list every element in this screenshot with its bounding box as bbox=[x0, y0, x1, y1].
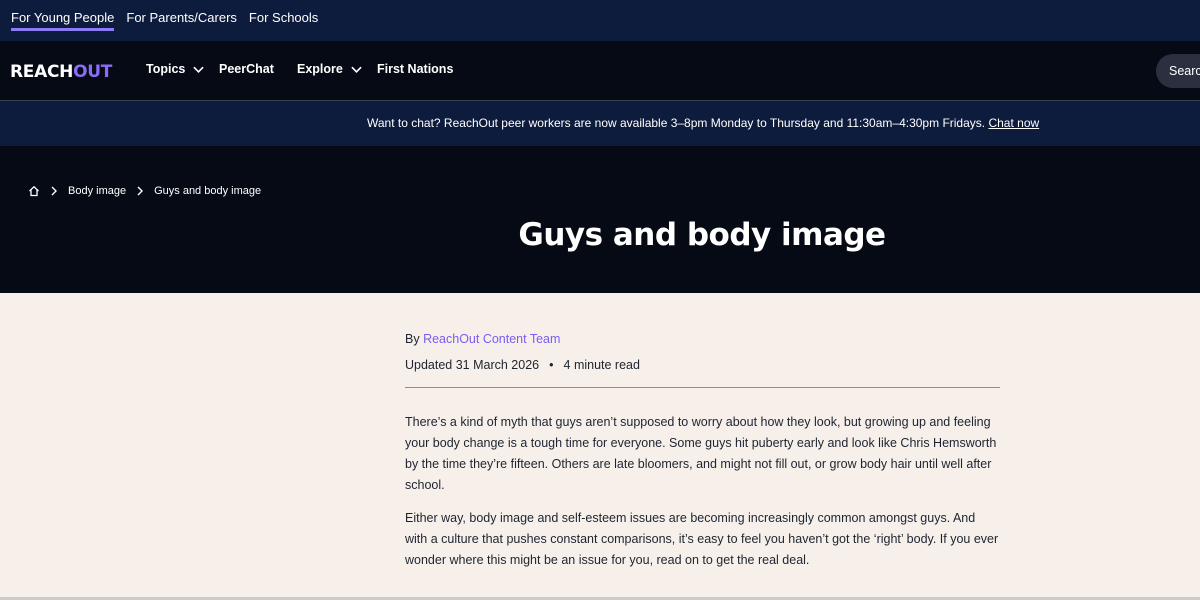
nav-topics[interactable]: Topics bbox=[146, 62, 205, 76]
nav-first-nations-label: First Nations bbox=[377, 62, 454, 76]
nav-first-nations[interactable]: First Nations bbox=[377, 62, 453, 76]
divider bbox=[405, 387, 1000, 388]
chat-now-link[interactable]: Chat now bbox=[988, 116, 1039, 130]
search-button[interactable]: Search bbox=[1156, 54, 1200, 88]
article-meta: Updated 31 March 2026 • 4 minute read bbox=[405, 358, 1000, 372]
nav-peerchat-label: PeerChat bbox=[219, 62, 274, 76]
tab-for-young-people[interactable]: For Young People bbox=[11, 0, 115, 31]
article-paragraph: Either way, body image and self-esteem i… bbox=[405, 511, 999, 567]
byline-prefix: By bbox=[405, 332, 420, 346]
hero: Body image Guys and body image Guys and … bbox=[0, 146, 1200, 293]
main-nav: REACHOUT Topics PeerChat Explore First N… bbox=[0, 41, 1200, 101]
chevron-right-icon bbox=[51, 186, 57, 196]
byline: By ReachOut Content Team bbox=[405, 332, 1000, 346]
nav-peerchat[interactable]: PeerChat bbox=[219, 62, 274, 76]
logo-text-accent: OUT bbox=[73, 62, 113, 82]
audience-bar: For Young People For Parents/Carers For … bbox=[0, 0, 1200, 41]
chat-banner: Want to chat? ReachOut peer workers are … bbox=[0, 101, 1200, 146]
chevron-down-icon bbox=[351, 66, 362, 73]
nav-explore[interactable]: Explore bbox=[297, 62, 362, 76]
updated-date: Updated 31 March 2026 bbox=[405, 358, 540, 372]
logo-text-main: REACH bbox=[10, 62, 74, 82]
chevron-down-icon bbox=[193, 66, 205, 73]
page-title: Guys and body image bbox=[518, 217, 886, 253]
tab-for-parents-carers[interactable]: For Parents/Carers bbox=[126, 0, 237, 31]
nav-explore-label: Explore bbox=[297, 62, 343, 76]
article-paragraph: There’s a kind of myth that guys aren’t … bbox=[405, 415, 997, 492]
article: By ReachOut Content Team Updated 31 Marc… bbox=[405, 293, 1000, 571]
reachout-logo[interactable]: REACHOUT bbox=[10, 62, 112, 82]
chat-banner-message: Want to chat? ReachOut peer workers are … bbox=[367, 116, 986, 130]
search-label: Search bbox=[1169, 64, 1200, 78]
breadcrumb: Body image Guys and body image bbox=[28, 185, 261, 197]
chat-banner-message-wrap: Want to chat? ReachOut peer workers are … bbox=[367, 116, 1039, 130]
read-time: 4 minute read bbox=[563, 358, 640, 372]
nav-topics-label: Topics bbox=[146, 62, 186, 76]
home-icon[interactable] bbox=[28, 185, 40, 197]
breadcrumb-body-image[interactable]: Body image bbox=[68, 185, 126, 197]
author-link[interactable]: ReachOut Content Team bbox=[423, 332, 560, 346]
chevron-right-icon bbox=[137, 186, 144, 196]
tab-for-schools[interactable]: For Schools bbox=[249, 0, 318, 31]
meta-separator: • bbox=[549, 358, 554, 372]
breadcrumb-current: Guys and body image bbox=[154, 185, 262, 197]
